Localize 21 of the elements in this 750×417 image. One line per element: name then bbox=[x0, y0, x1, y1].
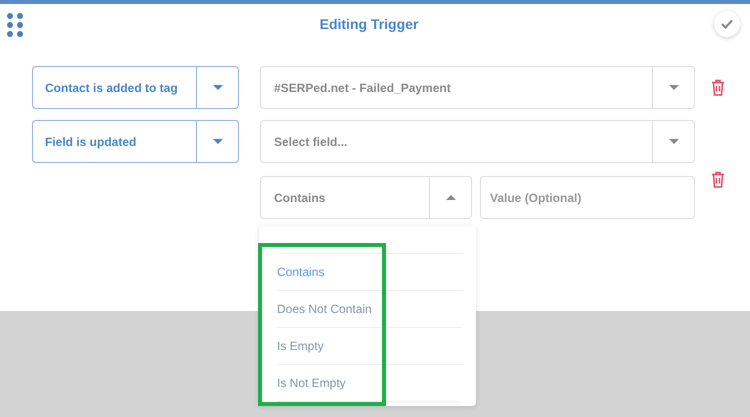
checkmark-icon bbox=[721, 19, 733, 29]
trigger-select[interactable]: Field is updated bbox=[32, 120, 239, 163]
tag-select[interactable]: #SERPed.net - Failed_Payment bbox=[260, 66, 695, 109]
caret-icon bbox=[668, 85, 678, 90]
trash-icon[interactable] bbox=[711, 171, 725, 188]
value-input[interactable]: Value (Optional) bbox=[480, 176, 695, 219]
dialog-title: Editing Trigger bbox=[320, 16, 418, 32]
drag-handle-icon[interactable] bbox=[6, 12, 24, 38]
field-select[interactable]: Select field... bbox=[260, 120, 695, 163]
caret-icon bbox=[212, 139, 222, 144]
condition-option[interactable]: Does Not Contain bbox=[277, 291, 462, 328]
condition-option[interactable]: Contains bbox=[277, 254, 462, 291]
caret-icon bbox=[212, 85, 222, 90]
confirm-button[interactable] bbox=[714, 11, 740, 37]
caret-icon bbox=[668, 139, 678, 144]
condition-select[interactable]: Contains bbox=[260, 176, 472, 219]
trash-icon[interactable] bbox=[711, 79, 725, 96]
caret-icon bbox=[446, 195, 456, 200]
condition-option[interactable]: Is Not Empty bbox=[277, 365, 462, 402]
condition-option[interactable]: Is Empty bbox=[277, 328, 462, 365]
trigger-select[interactable]: Contact is added to tag bbox=[32, 66, 239, 109]
